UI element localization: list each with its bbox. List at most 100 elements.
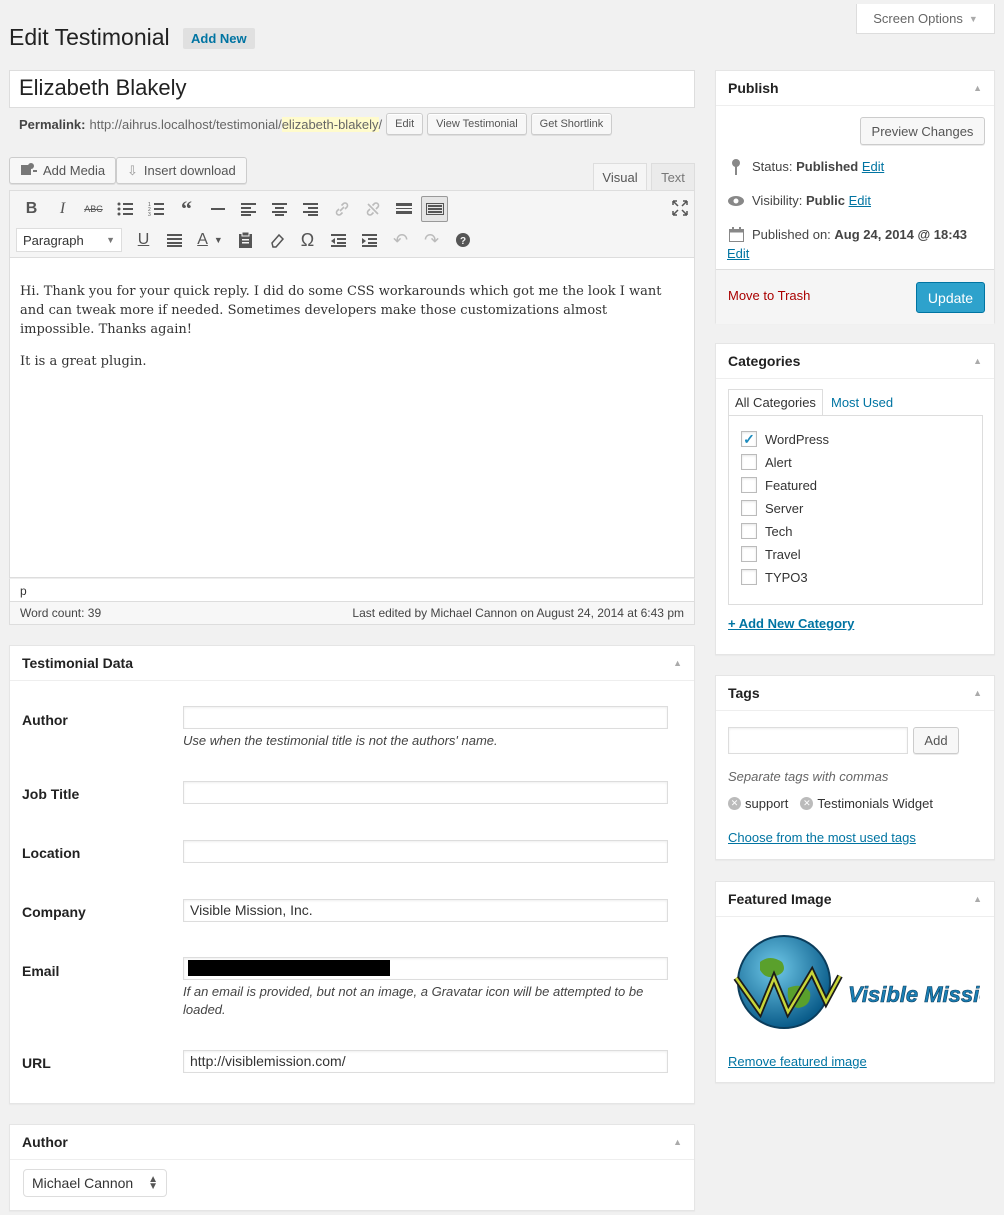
justify-icon[interactable] — [159, 227, 190, 253]
word-count: Word count: 39 — [20, 606, 102, 620]
url-field[interactable]: http://visiblemission.com/ — [183, 1050, 668, 1073]
toolbar-toggle-icon[interactable] — [421, 196, 448, 222]
tab-most-used[interactable]: Most Used — [831, 389, 893, 415]
format-select[interactable]: Paragraph ▼ — [16, 228, 122, 252]
align-right-icon[interactable] — [295, 196, 326, 222]
add-tag-button[interactable]: Add — [913, 727, 959, 754]
undo-icon[interactable]: ↶ — [385, 227, 416, 253]
category-item[interactable]: ✓ WordPress — [741, 431, 829, 447]
category-item[interactable]: Server — [741, 500, 803, 516]
horizontal-line-icon[interactable] — [202, 196, 233, 222]
get-shortlink-button[interactable]: Get Shortlink — [530, 113, 613, 135]
eraser-icon[interactable] — [261, 227, 292, 253]
tag-list: ✕ support ✕ Testimonials Widget — [728, 796, 933, 811]
categories-header[interactable]: Categories ▲ — [716, 344, 994, 379]
url-label: URL — [22, 1055, 51, 1071]
category-item[interactable]: Travel — [741, 546, 801, 562]
category-label: Featured — [765, 477, 818, 493]
featured-image-header[interactable]: Featured Image ▲ — [716, 882, 994, 917]
author-field[interactable] — [183, 706, 668, 729]
preview-changes-button[interactable]: Preview Changes — [860, 117, 985, 145]
tab-all-categories[interactable]: All Categories — [728, 389, 823, 415]
location-field[interactable] — [183, 840, 668, 863]
remove-tag-icon[interactable]: ✕ — [728, 797, 741, 810]
blockquote-icon[interactable]: “ — [171, 196, 202, 222]
numbered-list-icon[interactable]: 123 — [140, 196, 171, 222]
status-edit-link[interactable]: Edit — [862, 159, 884, 174]
category-item[interactable]: Alert — [741, 454, 792, 470]
checkbox[interactable] — [741, 477, 757, 493]
link-icon[interactable] — [326, 196, 357, 222]
add-new-category-link[interactable]: + Add New Category — [728, 616, 854, 631]
author-box-header[interactable]: Author ▲ — [10, 1125, 694, 1160]
checkbox-checked[interactable]: ✓ — [741, 431, 757, 447]
screen-options-button[interactable]: Screen Options ▼ — [856, 4, 995, 34]
checkbox[interactable] — [741, 500, 757, 516]
featured-image-logo[interactable]: Visible Mission — [730, 932, 1004, 1032]
align-center-icon[interactable] — [264, 196, 295, 222]
published-edit-link[interactable]: Edit — [727, 246, 749, 261]
collapse-arrow-icon[interactable]: ▲ — [973, 83, 982, 93]
read-more-icon[interactable] — [388, 196, 419, 222]
tab-text[interactable]: Text — [651, 163, 695, 190]
content-paragraph: Hi. Thank you for your quick reply. I di… — [20, 284, 662, 337]
bullet-list-icon[interactable] — [109, 196, 140, 222]
move-to-trash-link[interactable]: Move to Trash — [728, 288, 810, 303]
checkbox[interactable] — [741, 546, 757, 562]
email-field[interactable] — [183, 957, 668, 980]
remove-tag-icon[interactable]: ✕ — [800, 797, 814, 810]
indent-icon[interactable] — [354, 227, 385, 253]
align-left-icon[interactable] — [233, 196, 264, 222]
category-item[interactable]: Tech — [741, 523, 792, 539]
category-label: Tech — [765, 523, 793, 539]
testimonial-data-header[interactable]: Testimonial Data ▲ — [10, 646, 694, 681]
italic-icon[interactable]: I — [47, 196, 78, 222]
choose-most-used-tags-link[interactable]: Choose from the most used tags — [728, 830, 916, 845]
collapse-arrow-icon[interactable]: ▲ — [673, 658, 682, 668]
outdent-icon[interactable] — [323, 227, 354, 253]
text-color-icon[interactable]: A ▼ — [190, 227, 230, 253]
permalink-slug[interactable]: elizabeth-blakely — [281, 116, 379, 132]
view-testimonial-button[interactable]: View Testimonial — [427, 113, 527, 135]
special-character-icon[interactable]: Ω — [292, 227, 323, 253]
collapse-arrow-icon[interactable]: ▲ — [673, 1137, 682, 1147]
unlink-icon[interactable] — [357, 196, 388, 222]
category-label: Travel — [765, 546, 801, 562]
fullscreen-icon[interactable] — [664, 195, 695, 221]
remove-featured-image-link[interactable]: Remove featured image — [728, 1054, 867, 1069]
add-media-label: Add Media — [43, 163, 106, 178]
permalink-edit-button[interactable]: Edit — [386, 113, 424, 135]
update-button[interactable]: Update — [916, 282, 985, 313]
underline-icon[interactable]: U — [128, 227, 159, 253]
tags-header[interactable]: Tags ▲ — [716, 676, 994, 711]
collapse-arrow-icon[interactable]: ▲ — [973, 688, 982, 698]
job-title-field[interactable] — [183, 781, 668, 804]
collapse-arrow-icon[interactable]: ▲ — [973, 894, 982, 904]
strikethrough-icon[interactable]: ABC — [78, 196, 109, 222]
category-checklist: ✓ WordPress Alert Featured Server Tech T… — [728, 415, 983, 605]
select-arrows-icon: ▲ ▼ — [148, 1174, 158, 1192]
redo-icon[interactable]: ↷ — [416, 227, 447, 253]
collapse-arrow-icon[interactable]: ▲ — [973, 356, 982, 366]
publish-header[interactable]: Publish ▲ — [716, 71, 994, 106]
editor-content[interactable]: Hi. Thank you for your quick reply. I di… — [9, 258, 695, 578]
new-tag-input[interactable] — [728, 727, 908, 754]
tab-visual[interactable]: Visual — [593, 163, 647, 190]
category-label: WordPress — [765, 431, 830, 447]
author-select[interactable]: Michael Cannon ▲ ▼ — [23, 1169, 167, 1197]
add-new-button[interactable]: Add New — [183, 28, 255, 49]
paste-text-icon[interactable] — [230, 227, 261, 253]
category-item[interactable]: TYPO3 — [741, 569, 808, 585]
help-icon[interactable]: ? — [447, 227, 478, 253]
add-media-button[interactable]: Add Media — [9, 157, 117, 184]
company-field[interactable]: Visible Mission, Inc. — [183, 899, 668, 922]
checkbox[interactable] — [741, 569, 757, 585]
category-item[interactable]: Featured — [741, 477, 817, 493]
checkbox[interactable] — [741, 523, 757, 539]
checkbox[interactable] — [741, 454, 757, 470]
editor-path[interactable]: p — [9, 578, 695, 602]
bold-icon[interactable]: B — [16, 196, 47, 222]
visibility-edit-link[interactable]: Edit — [849, 193, 871, 208]
insert-download-button[interactable]: ⇩ Insert download — [116, 157, 247, 184]
post-title-input[interactable]: Elizabeth Blakely — [9, 70, 695, 108]
